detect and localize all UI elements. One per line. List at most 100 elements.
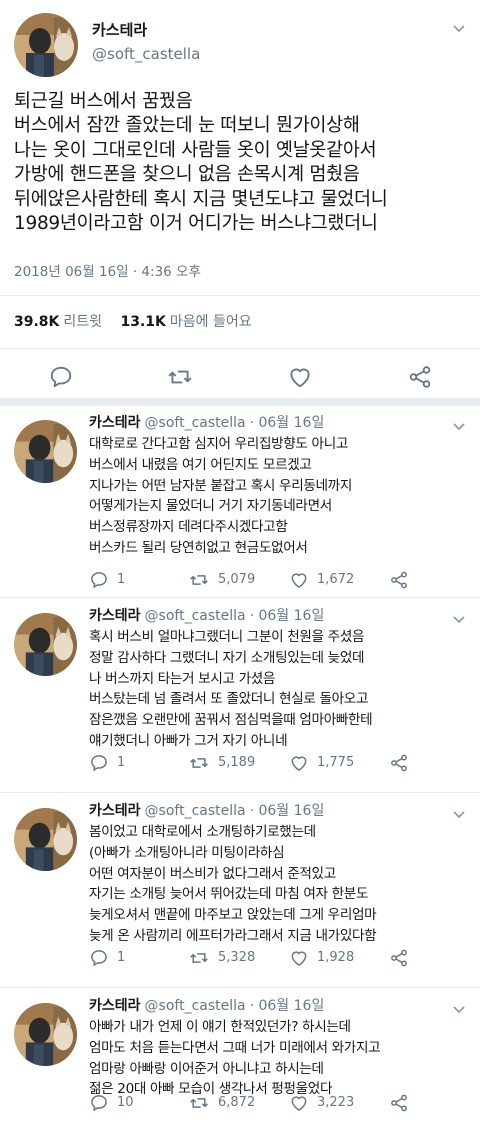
chevron-down-icon[interactable] (452, 420, 466, 434)
reply-text-line: 봄이었고 대학로에서 소개팅하기로했는데 (89, 824, 316, 840)
reply-author-avatar[interactable] (14, 1003, 77, 1066)
reply-author-handle[interactable]: @soft_castella (145, 803, 246, 819)
reply-button[interactable] (48, 364, 74, 390)
reply-text-line: 버스정류장까지 데려다주시겠다고함 (89, 519, 288, 536)
reply-text-line: 늦게오셔서 맨끝에 마주보고 앉았는데 그게 우리엄마 (89, 907, 377, 924)
reply-date[interactable]: · 06월 16일 (250, 998, 325, 1014)
reply-count: 1 (117, 572, 126, 587)
reply-author-name[interactable]: 카스테라 (89, 803, 141, 819)
main-tweet-text: 퇴근길 버스에서 꿈꿨음 버스에서 잠깐 졸았는데 눈 떠보니 뭔가이상해 나는… (14, 90, 474, 236)
reply-text: 대학로로 간다고함 심지어 우리집방향도 아니고 버스에서 내렸음 여기 어딘지도… (89, 434, 469, 559)
reply-date[interactable]: · 06월 16일 (250, 803, 325, 819)
like-label[interactable]: 마음에 들어요 (170, 314, 252, 330)
reply-author-avatar[interactable] (14, 420, 77, 483)
speech-bubble-icon (89, 1093, 109, 1113)
reply-text-line: 버스카드 될리 당연히없고 현금도없어서 (89, 539, 308, 556)
like-button[interactable]: 1,928 (289, 947, 354, 969)
reply-header: 카스테라 @soft_castella · 06월 16일 (89, 414, 324, 432)
chevron-down-icon[interactable] (452, 613, 466, 627)
reply-text-line: 나 버스까지 타는거 보시고 가셨음 (89, 670, 276, 687)
author-handle[interactable]: @soft_castella (92, 44, 200, 64)
share-button[interactable] (389, 752, 409, 774)
reply-author-handle[interactable]: @soft_castella (145, 998, 246, 1014)
share-nodes-icon (389, 570, 409, 590)
chevron-down-icon[interactable] (452, 22, 466, 36)
share-button[interactable] (389, 1092, 409, 1114)
reply-text-line: 얘기했더니 아빠가 그거 자기 아니네 (89, 732, 288, 749)
reply-actions: 1 5,079 1,672 (89, 569, 419, 591)
reply-author-name[interactable]: 카스테라 (89, 608, 141, 624)
retweet-button[interactable]: 6,872 (188, 1092, 255, 1114)
reply-text-line: 어떤 여자분이 버스비가 없다그래서 준적있고 (89, 865, 336, 882)
share-nodes-icon (389, 753, 409, 773)
tweet-timestamp[interactable]: 2018년 06월 16일 · 4:36 오후 (14, 263, 201, 281)
reply-date[interactable]: · 06월 16일 (250, 415, 325, 431)
retweet-button[interactable]: 5,189 (188, 752, 255, 774)
reply-text-line: 정말 감사하다 그랬더니 자기 소개팅있는데 늦었데 (89, 649, 365, 666)
retweet-arrows-icon (188, 570, 210, 590)
reply-author-handle[interactable]: @soft_castella (145, 415, 246, 431)
like-button[interactable]: 3,223 (289, 1092, 354, 1114)
heart-icon (289, 753, 309, 773)
chevron-down-icon[interactable] (452, 808, 466, 822)
reply-text-line: 엄마도 처음 듣는다면서 그때 너가 미래에서 와가지고 (89, 1039, 381, 1056)
reply-text-line: 잠은깼음 오랜만에 꿈꿔서 점심먹을때 엄마아빠한테 (89, 712, 373, 729)
author-name[interactable]: 카스테라 (92, 20, 147, 40)
divider (0, 348, 480, 349)
reply-count: 1 (117, 755, 126, 770)
section-separator (0, 398, 480, 406)
reply-author-avatar[interactable] (14, 613, 77, 676)
reply-actions: 10 6,872 3,223 (89, 1092, 419, 1114)
retweet-label[interactable]: 리트윗 (63, 314, 102, 330)
reply-actions: 1 5,189 1,775 (89, 752, 419, 774)
reply-text-line: (아빠가 소개팅아니라 미팅이라하심 (89, 844, 285, 861)
reply-text: 봄이었고 대학로에서 소개팅하기로했는데 (아빠가 소개팅아니라 미팅이라하심어떤… (89, 822, 469, 947)
retweet-button[interactable]: 5,328 (188, 947, 255, 969)
retweet-arrows-icon (188, 753, 210, 773)
speech-bubble-icon (50, 366, 72, 388)
retweet-count: 6,872 (218, 1095, 256, 1110)
like-count[interactable]: 13.1K (120, 314, 165, 330)
share-nodes-icon (389, 948, 409, 968)
retweet-button[interactable]: 5,079 (188, 569, 255, 591)
reply-button[interactable]: 1 (89, 947, 125, 969)
tweet-line: 1989년이라고함 이거 어디가는 버스냐그랬더니 (14, 213, 378, 235)
reply-button[interactable]: 1 (89, 569, 125, 591)
reply-author-avatar[interactable] (14, 808, 77, 871)
reply-author-name[interactable]: 카스테라 (89, 998, 141, 1014)
like-button[interactable] (287, 364, 313, 390)
heart-icon (289, 948, 309, 968)
reply-text: 아빠가 내가 언제 이 얘기 한적있던가? 하시는데 엄마도 처음 듣는다면서 그… (89, 1017, 469, 1100)
heart-icon (289, 1093, 309, 1113)
reply-button[interactable]: 1 (89, 752, 125, 774)
reply-text-line: 어떻게가는지 물었더니 거기 자기동네라면서 (89, 498, 332, 515)
like-count: 1,672 (317, 572, 355, 587)
retweet-count: 5,079 (218, 572, 256, 587)
tweet-line: 뒤에앉은사람한테 혹시 지금 몇년도냐고 물었더니 (14, 188, 388, 210)
author-avatar[interactable] (14, 13, 78, 77)
reply-header: 카스테라 @soft_castella · 06월 16일 (89, 997, 324, 1015)
share-nodes-icon (389, 1093, 409, 1113)
tweet-line: 나는 옷이 그대로인데 사람들 옷이 옛날옷같아서 (14, 139, 377, 161)
reply-text-line: 지나가는 어떤 남자분 붙잡고 혹시 우리동네까지 (89, 477, 352, 494)
like-button[interactable]: 1,775 (289, 752, 354, 774)
reply-author-name[interactable]: 카스테라 (89, 415, 141, 431)
reply-date[interactable]: · 06월 16일 (250, 608, 325, 624)
retweet-count: 5,189 (218, 755, 256, 770)
share-button[interactable] (389, 569, 409, 591)
reply-button[interactable]: 10 (89, 1092, 134, 1114)
reply-author-handle[interactable]: @soft_castella (145, 608, 246, 624)
speech-bubble-icon (89, 753, 109, 773)
like-button[interactable]: 1,672 (289, 569, 354, 591)
share-button[interactable] (407, 364, 433, 390)
speech-bubble-icon (89, 570, 109, 590)
heart-icon (290, 368, 310, 388)
divider (0, 597, 480, 598)
retweet-count[interactable]: 39.8K (14, 314, 59, 330)
reply-text-line: 엄마랑 아빠랑 이어준거 아니냐고 하시는데 (89, 1060, 324, 1077)
share-button[interactable] (389, 947, 409, 969)
share-nodes-icon (409, 366, 431, 388)
retweet-button[interactable] (167, 364, 193, 390)
reply-count: 1 (117, 950, 126, 965)
chevron-down-icon[interactable] (452, 1003, 466, 1017)
